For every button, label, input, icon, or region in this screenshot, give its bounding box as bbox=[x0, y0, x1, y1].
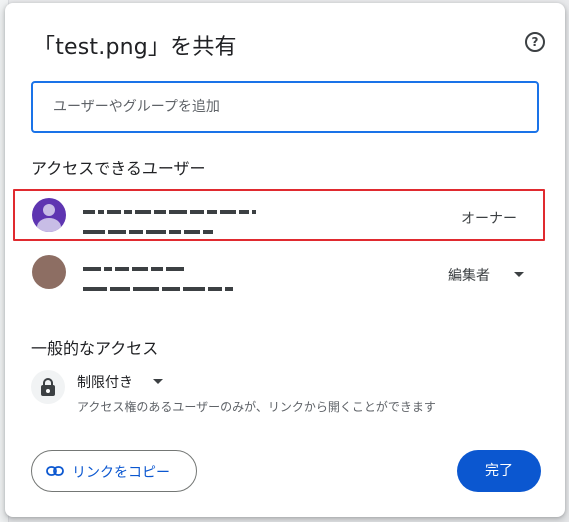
done-button[interactable]: 完了 bbox=[457, 450, 541, 492]
help-circle-icon[interactable]: ? bbox=[525, 32, 545, 52]
owner-avatar bbox=[32, 198, 66, 232]
chevron-down-icon[interactable] bbox=[514, 272, 524, 277]
link-icon bbox=[46, 466, 64, 476]
chevron-down-icon[interactable] bbox=[153, 379, 163, 384]
access-description: アクセス権のあるユーザーのみが、リンクから開くことができます bbox=[77, 400, 436, 414]
share-dialog: 「test.png」を共有 ? ユーザーやグループを追加 アクセスできるユーザー… bbox=[5, 3, 565, 517]
copy-link-label: リンクをコピー bbox=[72, 465, 170, 481]
redacted-owner-email bbox=[83, 221, 216, 235]
editor-role-dropdown[interactable]: 編集者 bbox=[448, 265, 490, 285]
general-access-heading: 一般的なアクセス bbox=[31, 339, 159, 358]
owner-row: オーナー bbox=[13, 189, 545, 241]
people-with-access-heading: アクセスできるユーザー bbox=[31, 159, 206, 178]
copy-link-button[interactable]: リンクをコピー bbox=[31, 450, 197, 492]
redacted-editor-email bbox=[83, 278, 236, 292]
add-people-input[interactable]: ユーザーやグループを追加 bbox=[31, 81, 539, 133]
access-setting-dropdown[interactable]: 制限付き bbox=[77, 372, 133, 392]
editor-row: 編集者 bbox=[13, 248, 545, 300]
redacted-owner-name bbox=[83, 201, 259, 215]
lock-icon bbox=[31, 370, 65, 404]
dialog-title: 「test.png」を共有 bbox=[33, 35, 237, 60]
editor-avatar bbox=[32, 255, 66, 289]
owner-role-label: オーナー bbox=[461, 211, 517, 227]
redacted-editor-name bbox=[83, 258, 187, 272]
